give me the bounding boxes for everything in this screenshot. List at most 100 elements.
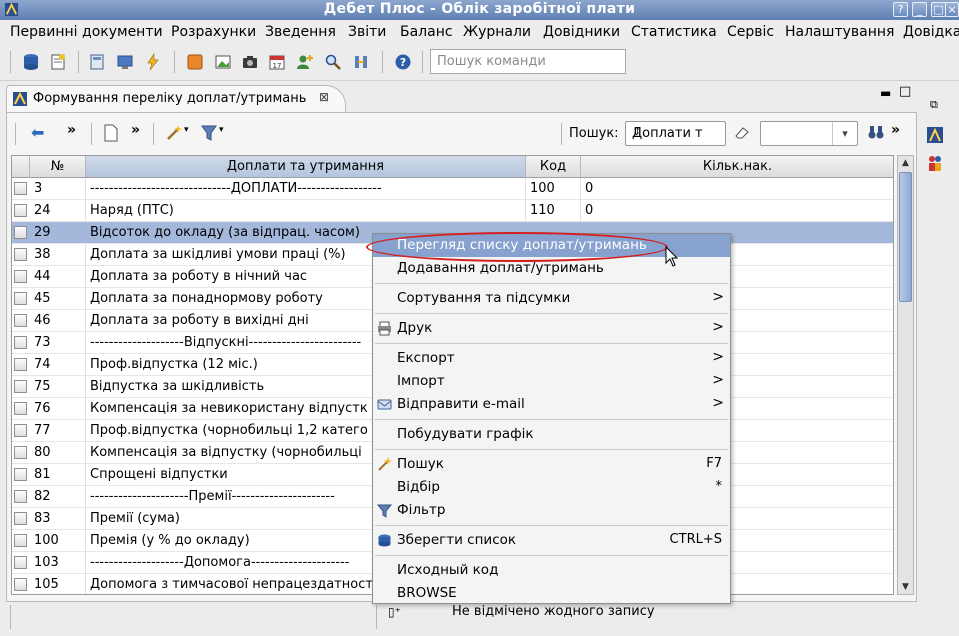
menu-help[interactable]: Довідка: [903, 24, 959, 40]
menu-item-source-code[interactable]: Исходный код: [373, 559, 730, 582]
menu-separator: [375, 313, 728, 314]
filter-icon[interactable]: [201, 124, 217, 142]
search-wand-icon[interactable]: [165, 124, 183, 142]
add-user-icon[interactable]: [296, 53, 314, 71]
more-chevron-icon[interactable]: »: [891, 122, 900, 138]
row-checkbox[interactable]: [14, 292, 27, 305]
menu-item-label: Експорт: [397, 350, 455, 366]
search-field-combo[interactable]: Доплати т ⇕: [625, 121, 726, 146]
back-arrow-icon[interactable]: ⬅: [31, 123, 44, 142]
search-value-input[interactable]: ▾: [760, 121, 858, 146]
document-icon[interactable]: [103, 124, 119, 142]
magnifier-icon[interactable]: [324, 53, 342, 71]
menu-item-save[interactable]: Зберегти список CTRL+S: [373, 529, 730, 552]
more-chevron-icon[interactable]: »: [131, 122, 140, 138]
menu-item-print[interactable]: Друк >: [373, 317, 730, 340]
menu-journals[interactable]: Журнали: [463, 24, 531, 40]
maximize-button[interactable]: □: [931, 2, 946, 17]
tab-form-list[interactable]: Формування переліку доплат/утримань ⊠: [6, 85, 346, 112]
menu-settings[interactable]: Налаштування: [785, 24, 894, 40]
row-checkbox[interactable]: [14, 490, 27, 503]
picture-icon[interactable]: [214, 53, 232, 71]
row-checkbox[interactable]: [14, 270, 27, 283]
maximize-panel-icon[interactable]: □: [899, 84, 911, 99]
header-number[interactable]: №: [30, 156, 86, 178]
table-row[interactable]: 24 Наряд (ПТС) 110 0: [12, 200, 893, 222]
monitor-icon[interactable]: [116, 53, 134, 71]
calculator-icon[interactable]: [88, 53, 106, 71]
row-checkbox[interactable]: [14, 402, 27, 415]
eraser-icon[interactable]: [734, 126, 750, 140]
minimize-panel-icon[interactable]: ▬: [880, 86, 891, 100]
cell-number: 81: [34, 467, 51, 482]
menu-item-browse[interactable]: BROWSE: [373, 582, 730, 605]
menu-item-import[interactable]: Імпорт >: [373, 370, 730, 393]
users-view-icon[interactable]: [926, 154, 944, 172]
row-checkbox[interactable]: [14, 182, 27, 195]
menu-summaries[interactable]: Зведення: [265, 24, 336, 40]
row-checkbox[interactable]: [14, 358, 27, 371]
toolbar-separator: [153, 123, 154, 145]
camera-icon[interactable]: [241, 53, 259, 71]
app-view-icon[interactable]: [926, 126, 944, 144]
orange-square-icon[interactable]: [186, 53, 204, 71]
menu-primary-docs[interactable]: Первинні документи: [10, 24, 163, 40]
row-checkbox[interactable]: [14, 446, 27, 459]
scroll-thumb[interactable]: [899, 172, 912, 302]
help-window-button[interactable]: ?: [893, 2, 908, 17]
header-code[interactable]: Код: [526, 156, 581, 178]
menu-separator: [375, 525, 728, 526]
row-checkbox[interactable]: [14, 336, 27, 349]
scroll-down-icon[interactable]: ▼: [899, 580, 912, 594]
menu-item-sort[interactable]: Сортування та підсумки >: [373, 287, 730, 310]
row-checkbox[interactable]: [14, 534, 27, 547]
menu-service[interactable]: Сервіс: [727, 24, 774, 40]
right-trim-panel: ⧉: [918, 82, 959, 602]
table-row[interactable]: 3 ------------------------------ДОПЛАТИ--…: [12, 178, 893, 200]
calendar-icon[interactable]: 17: [268, 53, 286, 71]
menu-balance[interactable]: Баланс: [400, 24, 453, 40]
chevron-down-icon[interactable]: ▾: [832, 122, 857, 145]
minimize-button[interactable]: _: [912, 2, 927, 17]
row-checkbox[interactable]: [14, 512, 27, 525]
chevron-down-icon[interactable]: ▾: [219, 125, 224, 135]
row-checkbox[interactable]: [14, 204, 27, 217]
menu-separator: [375, 343, 728, 344]
menu-item-selection[interactable]: Відбір *: [373, 476, 730, 499]
scroll-up-icon[interactable]: ▲: [899, 156, 912, 170]
menu-item-filter[interactable]: Фільтр: [373, 499, 730, 522]
header-name[interactable]: Доплати та утримання: [86, 156, 526, 178]
row-checkbox[interactable]: [14, 314, 27, 327]
new-document-icon[interactable]: [49, 53, 67, 71]
tool-icon[interactable]: [352, 53, 370, 71]
header-count[interactable]: Кільк.нак.: [581, 156, 893, 178]
menu-item-export[interactable]: Експорт >: [373, 347, 730, 370]
help-icon[interactable]: ?: [394, 53, 412, 71]
row-checkbox[interactable]: [14, 578, 27, 591]
database-icon[interactable]: [22, 53, 40, 71]
menu-item-email[interactable]: Відправити e-mail >: [373, 393, 730, 416]
row-checkbox[interactable]: [14, 468, 27, 481]
cell-number: 73: [34, 335, 51, 350]
tab-close-icon[interactable]: ⊠: [319, 90, 329, 104]
restore-icon[interactable]: ⧉: [930, 98, 938, 112]
vertical-scrollbar[interactable]: ▲ ▼: [897, 155, 914, 595]
lightning-icon[interactable]: [144, 53, 162, 71]
more-chevron-icon[interactable]: »: [67, 122, 76, 138]
chevron-down-icon[interactable]: ▾: [184, 125, 189, 135]
command-search-input[interactable]: [430, 49, 626, 74]
menu-reports[interactable]: Звіти: [348, 24, 386, 40]
binoculars-icon[interactable]: [868, 124, 884, 140]
menu-item-chart[interactable]: Побудувати графік: [373, 423, 730, 446]
menu-item-search[interactable]: Пошук F7: [373, 453, 730, 476]
menu-calculations[interactable]: Розрахунки: [171, 24, 256, 40]
row-checkbox[interactable]: [14, 556, 27, 569]
close-window-button[interactable]: ×: [945, 2, 959, 17]
row-checkbox[interactable]: [14, 248, 27, 261]
row-checkbox[interactable]: [14, 226, 27, 239]
row-checkbox[interactable]: [14, 380, 27, 393]
row-checkbox[interactable]: [14, 424, 27, 437]
menu-shortcut: *: [715, 479, 723, 494]
menu-directories[interactable]: Довідники: [543, 24, 620, 40]
menu-statistics[interactable]: Статистика: [631, 24, 717, 40]
